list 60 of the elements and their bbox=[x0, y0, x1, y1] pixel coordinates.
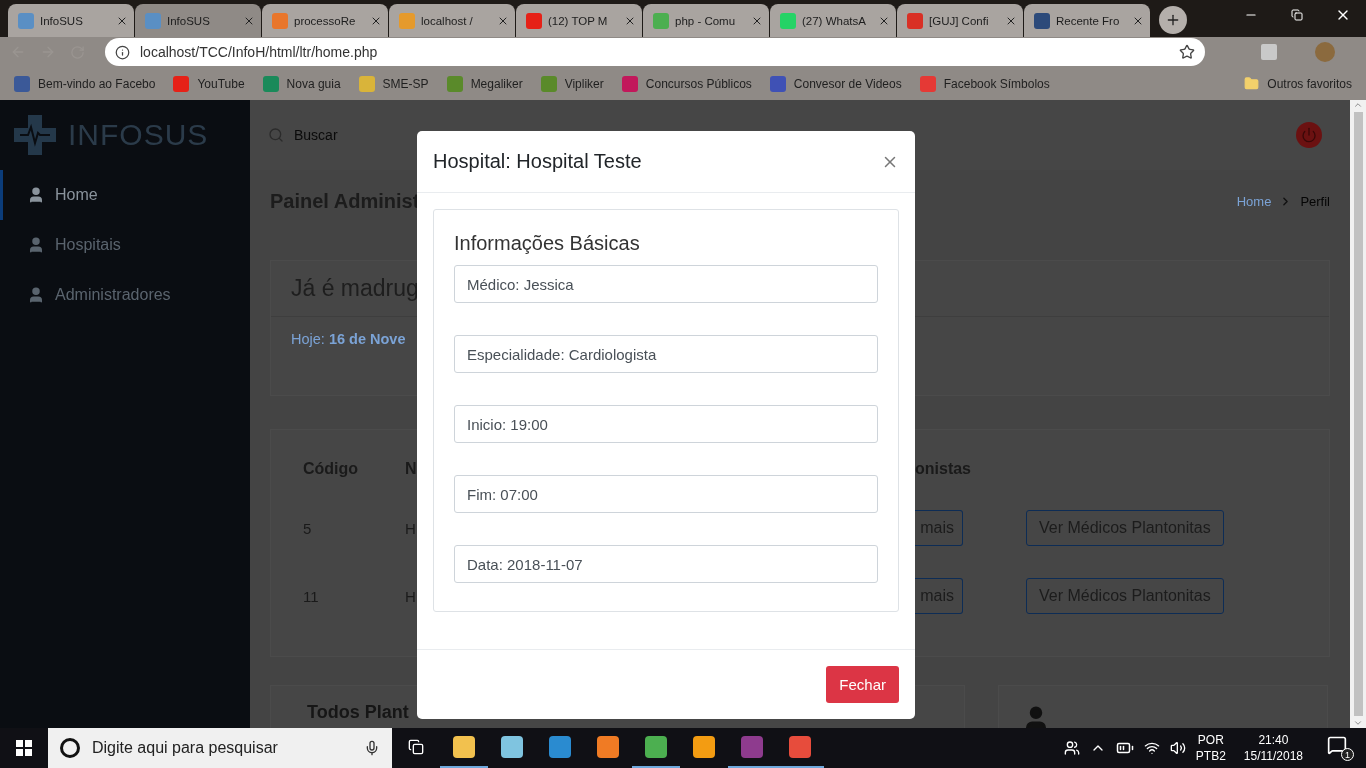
close-dialog-button[interactable]: Fechar bbox=[826, 666, 899, 703]
date-text: Hoje: 16 de Nove bbox=[291, 331, 406, 347]
message-icon bbox=[1327, 735, 1347, 755]
section-title: Informações Básicas bbox=[454, 231, 641, 255]
star-icon[interactable] bbox=[1179, 44, 1195, 60]
microphone-icon[interactable] bbox=[364, 740, 380, 756]
browser-tab[interactable]: InfoSUS bbox=[135, 4, 261, 37]
person-icon bbox=[27, 236, 45, 254]
search-icon bbox=[268, 127, 284, 143]
bookmark[interactable]: Megaliker bbox=[446, 75, 523, 92]
circle-icon bbox=[60, 738, 80, 758]
bookmark[interactable]: Convesor de Videos bbox=[769, 75, 902, 92]
info-icon bbox=[115, 44, 130, 60]
notification-button[interactable]: 1 bbox=[1327, 735, 1354, 761]
browser-tab[interactable]: php - Comu bbox=[643, 4, 769, 37]
text-field[interactable]: Especialidade: Cardiologista bbox=[454, 335, 878, 373]
sidebar-item[interactable]: Administradores bbox=[0, 270, 250, 320]
browser-tab[interactable]: localhost / bbox=[389, 4, 515, 37]
taskbar-search-field[interactable]: Digite aqui para pesquisar bbox=[48, 728, 392, 768]
power-icon bbox=[1301, 127, 1317, 143]
bookmark[interactable]: Facebook Símbolos bbox=[919, 75, 1050, 92]
bookmark[interactable]: Concursos Públicos bbox=[621, 75, 752, 92]
bookmark[interactable]: Bem-vindo ao Facebo bbox=[14, 75, 156, 92]
scrollbar[interactable] bbox=[1350, 100, 1366, 728]
restore-icon bbox=[1291, 9, 1303, 21]
browser-tab[interactable]: processoRe bbox=[262, 4, 388, 37]
breadcrumb-link[interactable]: Home bbox=[1236, 193, 1272, 209]
modal-title: Hospital: Hospital Teste bbox=[433, 150, 642, 173]
bookmark[interactable]: SME-SP bbox=[358, 75, 429, 92]
bookmark-folder[interactable]: Outros favoritos bbox=[1244, 76, 1352, 91]
volume-icon[interactable] bbox=[1169, 740, 1186, 756]
text-field[interactable]: Data: 2018-11-07 bbox=[454, 545, 878, 583]
logo-icon bbox=[12, 113, 58, 157]
browser-tab[interactable]: Recente Fro bbox=[1024, 4, 1150, 37]
bookmark[interactable]: Nova guia bbox=[262, 75, 341, 92]
people-icon[interactable] bbox=[1063, 740, 1080, 756]
logo-text: INFOSUS bbox=[68, 118, 209, 152]
folder-icon bbox=[1244, 76, 1260, 91]
sidebar-item[interactable]: Hospitais bbox=[0, 220, 250, 270]
bookmark[interactable]: Vipliker bbox=[540, 75, 604, 92]
plus-icon bbox=[1165, 12, 1181, 28]
browser-tab[interactable]: InfoSUS bbox=[8, 4, 134, 37]
person-icon bbox=[27, 186, 45, 204]
text-field[interactable]: Médico: Jessica bbox=[454, 265, 878, 303]
new-tab-button[interactable] bbox=[1159, 6, 1187, 34]
person-icon bbox=[27, 286, 45, 304]
wifi-icon[interactable] bbox=[1143, 740, 1160, 756]
browser-tab[interactable]: [GUJ] Confi bbox=[897, 4, 1023, 37]
browser-tab[interactable]: (27) WhatsA bbox=[770, 4, 896, 37]
clock[interactable]: 21:40 15/11/2018 bbox=[1243, 732, 1303, 764]
text-field[interactable]: Fim: 07:00 bbox=[454, 475, 878, 513]
language-indicator[interactable]: POR PTB2 bbox=[1195, 732, 1226, 764]
windows-icon bbox=[16, 740, 32, 756]
notification-count: 1 bbox=[1341, 748, 1354, 761]
browser-tab[interactable]: (12) TOP M bbox=[516, 4, 642, 37]
task-view-icon bbox=[408, 739, 424, 755]
address-bar[interactable]: localhost/TCC/InfoH/html/ltr/home.php bbox=[105, 38, 1205, 66]
text-field[interactable]: Inicio: 19:00 bbox=[454, 405, 878, 443]
scrollbar-thumb[interactable] bbox=[1353, 112, 1363, 716]
bookmark[interactable]: YouTube bbox=[173, 75, 245, 92]
